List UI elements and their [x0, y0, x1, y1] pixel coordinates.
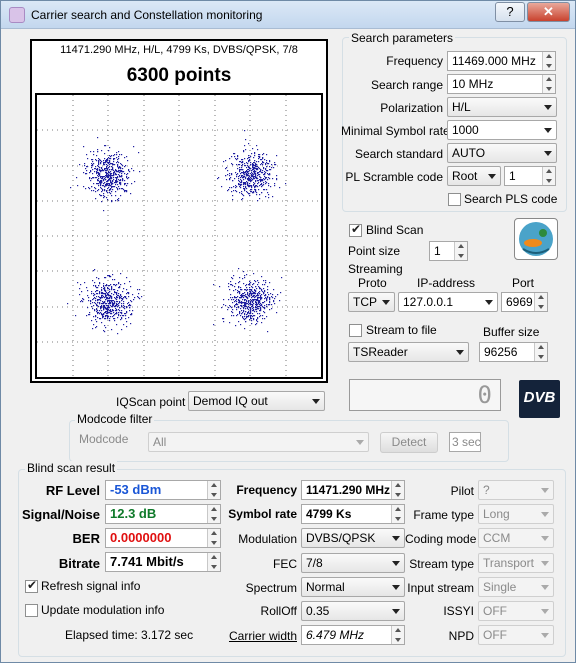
refresh-signal-info-label: Refresh signal info [41, 579, 141, 593]
min-symbol-rate-select[interactable]: 1000 [447, 120, 557, 140]
point-size-input[interactable]: 1 [429, 241, 468, 261]
rf-level-label: RF Level [45, 483, 100, 498]
frequency-label: Frequency [386, 54, 443, 68]
points-label: 6300 points [126, 65, 232, 86]
spectrum-select[interactable]: Normal [301, 577, 405, 597]
iq-scan-point-select[interactable]: Demod IQ out [188, 391, 325, 411]
pl-scramble-type-select[interactable]: Root [447, 166, 501, 186]
plot-header: 11471.290 MHz, H/L, 4799 Ks, DVBS/QPSK, … [60, 44, 298, 56]
rf-level-value: -53 dBm [105, 480, 221, 500]
modulation-select[interactable]: DVBS/QPSK [301, 528, 405, 548]
close-button[interactable]: ✕ [527, 2, 570, 22]
constellation-cluster [67, 269, 143, 335]
issyi-select[interactable]: OFF [478, 601, 554, 621]
elapsed-time: Elapsed time: 3.172 sec [65, 628, 194, 642]
proto-label: Proto [358, 276, 387, 290]
modcode-filter-title: Modcode filter [75, 412, 155, 426]
pilot-label: Pilot [450, 484, 474, 498]
bitrate-label: Bitrate [58, 556, 100, 571]
search-standard-label: Search standard [354, 147, 443, 161]
blind-scan-checkbox[interactable] [349, 222, 362, 237]
modulation-label: Modulation [238, 532, 297, 546]
counter-value: 0 [477, 381, 492, 409]
pilot-select[interactable]: ? [478, 480, 554, 500]
point-size-label: Point size [348, 244, 401, 258]
search-pls-checkbox[interactable] [448, 193, 461, 206]
issyi-label: ISSYI [443, 604, 474, 618]
port-label: Port [512, 276, 535, 290]
result-symbol-rate-value: 4799 Ks [301, 504, 405, 524]
search-pls-label: Search PLS code [464, 192, 558, 206]
npd-select[interactable]: OFF [478, 625, 554, 645]
ber-label: BER [72, 531, 100, 546]
coding-mode-label: Coding mode [405, 532, 477, 546]
fec-label: FEC [273, 557, 297, 571]
input-stream-select[interactable]: Single [478, 577, 554, 597]
signal-noise-label: Signal/Noise [21, 507, 100, 522]
coding-mode-select[interactable]: CCM [478, 528, 554, 548]
port-input[interactable]: 6969 [501, 292, 548, 312]
rolloff-select[interactable]: 0.35 [301, 601, 405, 621]
blind-scan-result-title: Blind scan result [25, 461, 118, 475]
polarization-label: Polarization [380, 101, 443, 115]
proto-select[interactable]: TCP [348, 292, 395, 312]
help-button[interactable]: ? [495, 2, 525, 22]
update-modulation-info-label: Update modulation info [41, 603, 165, 617]
constellation-panel: 11471.290 MHz, H/L, 4799 Ks, DVBS/QPSK, … [30, 39, 328, 383]
title-bar: Carrier search and Constellation monitor… [1, 1, 575, 29]
stream-type-label: Stream type [409, 557, 474, 571]
carrier-width-value: 6.479 MHz [301, 625, 405, 645]
fec-select[interactable]: 7/8 [301, 553, 405, 573]
ip-address-select[interactable]: 127.0.0.1 [398, 292, 498, 312]
result-symbol-rate-label: Symbol rate [228, 507, 297, 521]
modcode-select[interactable]: All [148, 432, 369, 452]
frequency-input[interactable]: 11469.000 MHz [447, 51, 556, 71]
fish-logo-icon[interactable] [514, 218, 558, 260]
app-icon [9, 7, 25, 23]
main-window: Carrier search and Constellation monitor… [0, 0, 576, 663]
streaming-title: Streaming [348, 262, 403, 276]
npd-label: NPD [448, 629, 474, 643]
stream-type-select[interactable]: Transport [478, 553, 554, 573]
constellation-cluster [70, 137, 141, 212]
constellation-area [35, 93, 323, 379]
ber-value: 0.0000000 [105, 528, 221, 548]
counter-display: 0 [349, 379, 501, 411]
refresh-signal-info-checkbox[interactable] [25, 578, 38, 593]
frame-type-select[interactable]: Long [478, 504, 554, 524]
search-parameters-title: Search parameters [349, 31, 456, 45]
bitrate-value: 7.741 Mbit/s [105, 552, 221, 572]
stream-to-file-label: Stream to file [366, 323, 437, 337]
detect-button[interactable]: Detect [380, 432, 438, 453]
search-standard-select[interactable]: AUTO [447, 143, 557, 163]
signal-noise-value: 12.3 dB [105, 504, 221, 524]
blind-scan-label: Blind Scan [366, 223, 424, 237]
ip-address-label: IP-address [417, 276, 476, 290]
update-modulation-info-checkbox[interactable] [25, 604, 38, 617]
polarization-select[interactable]: H/L [447, 97, 557, 117]
carrier-width-label: Carrier width [228, 629, 297, 643]
detect-seconds-input[interactable]: 3 sec [449, 432, 481, 452]
input-stream-label: Input stream [407, 581, 474, 595]
pl-scramble-code-input[interactable]: 1 [504, 166, 556, 186]
search-range-label: Search range [370, 78, 443, 92]
constellation-plot [37, 95, 321, 377]
spectrum-label: Spectrum [245, 581, 297, 595]
iq-scan-point-label: IQScan point [116, 395, 186, 409]
min-symbol-rate-label: Minimal Symbol rate [341, 124, 450, 138]
frame-type-label: Frame type [413, 508, 474, 522]
window-title: Carrier search and Constellation monitor… [31, 8, 263, 22]
modcode-label: Modcode [79, 432, 129, 446]
pl-scramble-label: PL Scramble code [345, 170, 443, 184]
buffer-size-input[interactable]: 96256 [479, 342, 548, 362]
reader-select[interactable]: TSReader [348, 342, 469, 362]
result-frequency-value: 11471.290 MHz [301, 480, 405, 500]
constellation-cluster [213, 268, 283, 333]
stream-to-file-checkbox[interactable] [349, 324, 362, 337]
dvb-logo: DVB [519, 380, 560, 418]
buffer-size-label: Buffer size [483, 325, 540, 339]
search-range-input[interactable]: 10 MHz [447, 74, 556, 94]
rolloff-label: RollOff [260, 604, 297, 618]
result-frequency-label: Frequency [236, 483, 297, 497]
